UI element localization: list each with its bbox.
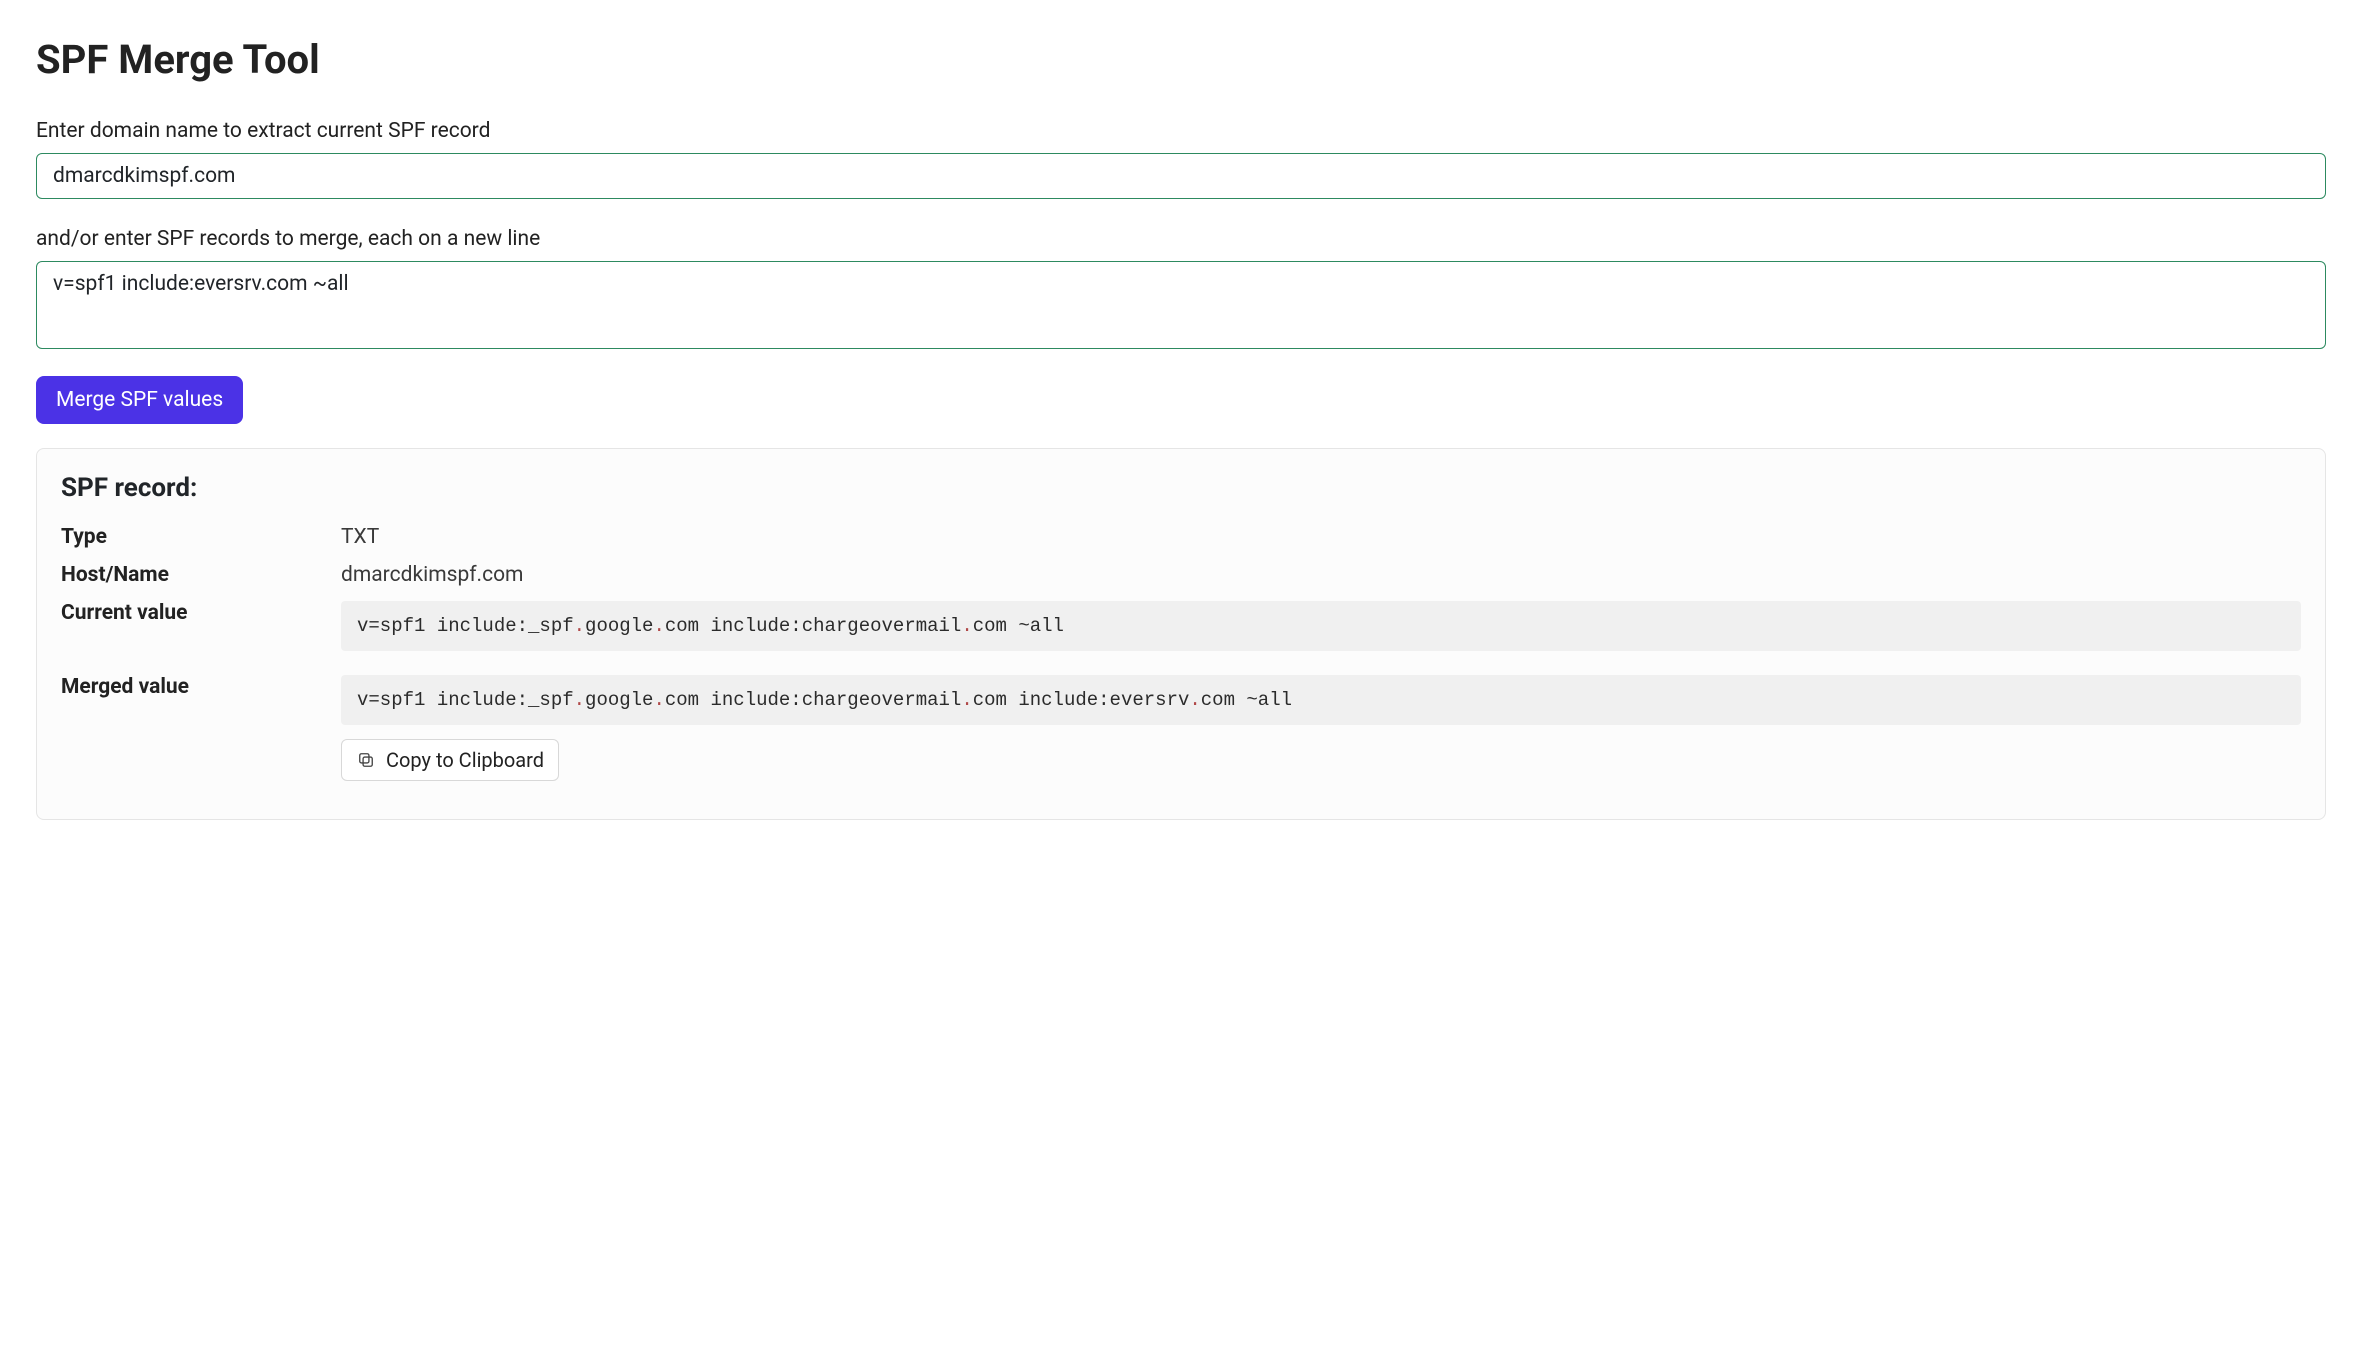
copy-icon — [356, 750, 376, 770]
result-heading: SPF record: — [61, 473, 2301, 503]
result-card: SPF record: Type TXT Host/Name dmarcdkim… — [36, 448, 2326, 820]
merge-button[interactable]: Merge SPF values — [36, 376, 243, 424]
merged-value-code: v=spf1 include:_spf.google.com include:c… — [341, 675, 2301, 725]
type-value: TXT — [341, 525, 2301, 549]
domain-input[interactable] — [36, 153, 2326, 199]
records-textarea[interactable]: v=spf1 include:eversrv.com ~all — [36, 261, 2326, 349]
host-label: Host/Name — [61, 563, 341, 587]
current-value-label: Current value — [61, 601, 341, 625]
domain-input-label: Enter domain name to extract current SPF… — [36, 119, 2326, 143]
copy-button-label: Copy to Clipboard — [386, 748, 544, 772]
copy-button[interactable]: Copy to Clipboard — [341, 739, 559, 781]
current-value-code: v=spf1 include:_spf.google.com include:c… — [341, 601, 2301, 651]
merged-value-label: Merged value — [61, 675, 341, 699]
records-input-label: and/or enter SPF records to merge, each … — [36, 227, 2326, 251]
type-label: Type — [61, 525, 341, 549]
host-value: dmarcdkimspf.com — [341, 563, 2301, 587]
page-title: SPF Merge Tool — [36, 36, 2326, 83]
